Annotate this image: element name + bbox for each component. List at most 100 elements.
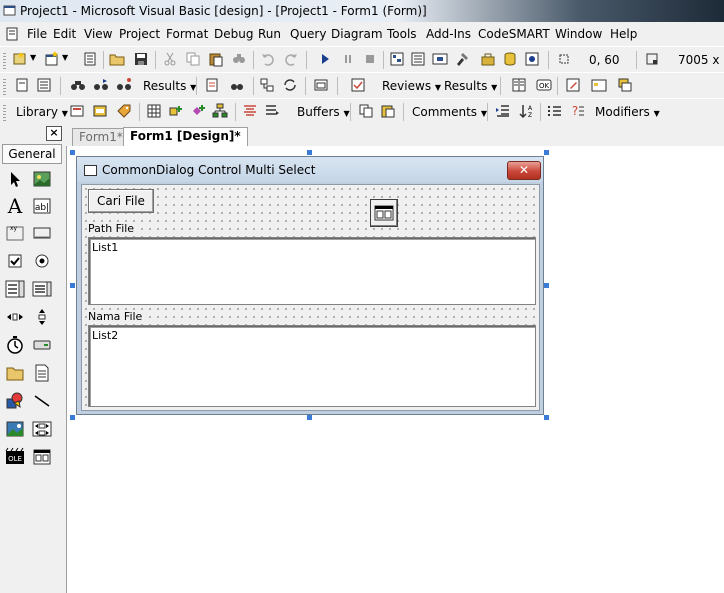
project-explorer-icon[interactable] <box>389 51 405 67</box>
tag-icon[interactable] <box>116 103 132 119</box>
toolbox-icon[interactable] <box>480 51 496 67</box>
results-dropdown[interactable]: Results ▼ <box>143 79 196 93</box>
component-manager-icon[interactable] <box>524 51 540 67</box>
menu-tools[interactable]: Tools <box>387 27 417 41</box>
numbered-list-icon[interactable] <box>547 103 563 119</box>
stack-window-icon[interactable] <box>617 77 633 93</box>
image-tool-icon[interactable] <box>5 419 25 439</box>
resize-handle-n[interactable] <box>307 150 312 155</box>
resize-handle-e[interactable] <box>544 283 549 288</box>
hscrollbar-tool-icon[interactable] <box>5 307 25 327</box>
undo-icon[interactable] <box>260 51 276 67</box>
document-list-icon[interactable] <box>204 77 220 93</box>
open-folder-icon[interactable] <box>109 51 125 67</box>
buffers-dropdown[interactable]: Buffers ▼ <box>297 105 350 119</box>
menu-view[interactable]: View <box>84 27 112 41</box>
resize-handle-s[interactable] <box>307 415 312 420</box>
form1-window[interactable]: CommonDialog Control Multi Select ✕ Cari… <box>76 156 544 415</box>
vscrollbar-tool-icon[interactable] <box>32 307 52 327</box>
list1-listbox[interactable]: List1 <box>88 237 536 305</box>
menu-edit[interactable]: Edit <box>53 27 76 41</box>
menu-query[interactable]: Query <box>290 27 326 41</box>
menu-add-ins[interactable]: Add-Ins <box>426 27 471 41</box>
resize-handle-sw[interactable] <box>70 415 75 420</box>
data-tool-icon[interactable] <box>32 419 52 439</box>
commondialog-control[interactable] <box>370 199 398 227</box>
properties-window-icon[interactable] <box>410 51 426 67</box>
grid-icon[interactable] <box>146 103 162 119</box>
binoculars-replace-icon[interactable] <box>93 77 109 93</box>
menu-editor-icon[interactable] <box>82 51 98 67</box>
optionbutton-tool-icon[interactable] <box>32 251 52 271</box>
form-title-bar[interactable]: CommonDialog Control Multi Select ✕ <box>77 157 543 182</box>
break-icon[interactable] <box>340 51 356 67</box>
start-icon[interactable] <box>317 51 333 67</box>
ole-tool-icon[interactable]: OLE <box>5 447 25 467</box>
add-property-icon[interactable] <box>190 103 206 119</box>
combobox-tool-icon[interactable] <box>5 279 25 299</box>
textbox-tool-icon[interactable]: ab| <box>32 196 52 216</box>
resize-handle-ne[interactable] <box>544 150 549 155</box>
reviews-dropdown[interactable]: Reviews ▼ <box>382 79 441 93</box>
binoculars-results-icon[interactable] <box>116 77 132 93</box>
align-text-icon[interactable] <box>242 103 258 119</box>
form-close-button[interactable]: ✕ <box>507 161 541 180</box>
code-flow-icon[interactable] <box>259 77 275 93</box>
modifiers-dropdown[interactable]: Modifiers ▼ <box>595 105 660 119</box>
tools-window-icon[interactable] <box>591 77 607 93</box>
shape-tool-icon[interactable] <box>5 391 25 411</box>
menu-file[interactable]: File <box>27 27 47 41</box>
sort-icon[interactable]: AZ <box>518 103 534 119</box>
comments-dropdown[interactable]: Comments ▼ <box>412 105 487 119</box>
binoculars-icon[interactable] <box>70 77 86 93</box>
paste-icon[interactable] <box>208 51 224 67</box>
tab-order-icon[interactable] <box>264 103 280 119</box>
toolbar-grip[interactable] <box>3 77 6 95</box>
listbox-tool-icon[interactable] <box>32 279 52 299</box>
find-icon[interactable] <box>231 51 247 67</box>
dirlistbox-tool-icon[interactable] <box>5 363 25 383</box>
timer-tool-icon[interactable] <box>5 335 25 355</box>
toolbox-group-general[interactable]: General <box>2 144 62 164</box>
menu-project[interactable]: Project <box>119 27 160 41</box>
paste-buffer-icon[interactable] <box>380 103 396 119</box>
toolbar-grip[interactable] <box>3 103 6 121</box>
list2-listbox[interactable]: List2 <box>88 325 536 407</box>
add-project-icon[interactable] <box>12 51 28 67</box>
form-layout-icon[interactable] <box>432 51 448 67</box>
drivelistbox-tool-icon[interactable] <box>32 335 52 355</box>
frame-tool-icon[interactable]: xy <box>5 223 25 243</box>
results-dropdown-2[interactable]: Results ▼ <box>444 79 497 93</box>
line-tool-icon[interactable] <box>32 391 52 411</box>
object-browser-icon[interactable] <box>454 51 470 67</box>
tab-form1-design[interactable]: Form1 [Design]* <box>123 127 248 147</box>
resize-handle-w[interactable] <box>70 283 75 288</box>
help-tree-icon[interactable]: ? <box>570 103 586 119</box>
redo-icon[interactable] <box>283 51 299 67</box>
indent-icon[interactable] <box>495 103 511 119</box>
list-icon[interactable] <box>36 77 52 93</box>
filelistbox-tool-icon[interactable] <box>32 363 52 383</box>
menu-diagram[interactable]: Diagram <box>331 27 383 41</box>
module-icon[interactable] <box>69 103 85 119</box>
menu-run[interactable]: Run <box>258 27 281 41</box>
tab-form1-code[interactable]: Form1* <box>72 128 130 146</box>
chevron-down-icon[interactable]: ▼ <box>30 53 36 62</box>
file-icon[interactable] <box>14 77 30 93</box>
cut-icon[interactable] <box>162 51 178 67</box>
picturebox-tool-icon[interactable] <box>32 169 52 189</box>
form-template-icon[interactable] <box>92 103 108 119</box>
split-panel-icon[interactable] <box>511 77 527 93</box>
add-member-icon[interactable] <box>168 103 184 119</box>
menu-window[interactable]: Window <box>555 27 602 41</box>
form-client-area[interactable]: Cari File Path File List1 Nama File List… <box>81 184 540 411</box>
copy-icon[interactable] <box>185 51 201 67</box>
resize-handle-se[interactable] <box>544 415 549 420</box>
copy-buffer-icon[interactable] <box>358 103 374 119</box>
save-icon[interactable] <box>133 51 149 67</box>
add-form-icon[interactable] <box>44 51 60 67</box>
menu-help[interactable]: Help <box>610 27 637 41</box>
find-document-icon[interactable] <box>229 77 245 93</box>
edit-form-icon[interactable] <box>565 77 581 93</box>
data-view-icon[interactable] <box>502 51 518 67</box>
